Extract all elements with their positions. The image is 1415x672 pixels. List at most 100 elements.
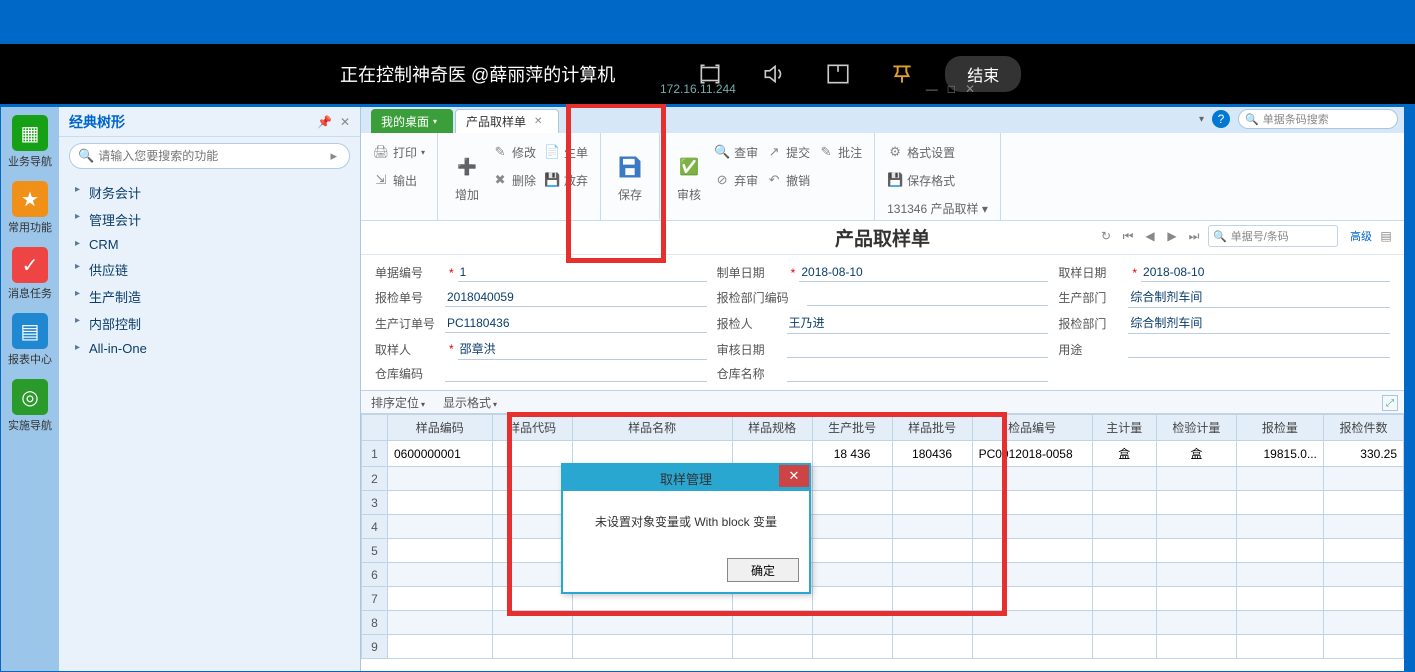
table-row[interactable]: 1 0600000001 18 436 180436 PC0012018-005… [362, 441, 1404, 467]
help-icon[interactable]: ? [1212, 110, 1230, 128]
review-button[interactable]: 🔍查审 [714, 143, 758, 161]
wh-code-field[interactable] [445, 364, 707, 382]
remote-close-icon[interactable]: ✕ [965, 82, 975, 96]
dialog-ok-button[interactable]: 确定 [727, 558, 799, 582]
pin-tree-icon[interactable]: 📌 [317, 115, 332, 129]
nav-prev-icon[interactable]: ◀ [1142, 228, 1158, 244]
report-no-field[interactable]: 2018040059 [445, 288, 707, 307]
tree-item-supply[interactable]: ▸供应链 [69, 256, 350, 283]
pin-icon[interactable] [887, 59, 917, 89]
cell-uom1[interactable]: 盒 [1092, 441, 1156, 467]
col-sample-id[interactable]: 样品代码 [492, 415, 572, 441]
submit-button[interactable]: ↗提交 [766, 143, 810, 161]
report-dept-field[interactable]: 综合制剂车间 [1128, 312, 1390, 334]
col-uom1[interactable]: 主计量 [1092, 415, 1156, 441]
table-row[interactable]: 2 [362, 467, 1404, 491]
table-row[interactable]: 5 [362, 539, 1404, 563]
nav-next-icon[interactable]: ▶ [1164, 228, 1180, 244]
tree-search[interactable]: 🔍 ▸ [69, 143, 350, 169]
draft-button[interactable]: 📄生单 [544, 143, 588, 161]
nav-last-icon[interactable]: ⏭ [1186, 228, 1202, 244]
note-button[interactable]: ✎批注 [818, 143, 862, 161]
tree-search-input[interactable] [98, 149, 330, 163]
tree-item-prod[interactable]: ▸生产制造 [69, 283, 350, 310]
save-format-button[interactable]: 💾保存格式 [887, 171, 988, 189]
doc-search[interactable]: 🔍 单据号/条码 [1208, 225, 1338, 247]
output-button[interactable]: ⇲输出 [373, 171, 425, 189]
tab-dropdown-icon[interactable]: ▾ [1199, 114, 1204, 125]
sampler-field[interactable]: 邵章洪 [458, 338, 707, 360]
tree-item-mgmt[interactable]: ▸管理会计 [69, 206, 350, 233]
add-button[interactable]: ➕增加 [446, 139, 488, 215]
col-sample-spec[interactable]: 样品规格 [732, 415, 812, 441]
col-sample-batch[interactable]: 样品批号 [892, 415, 972, 441]
prod-dept-field[interactable]: 综合制剂车间 [1128, 286, 1390, 308]
make-date-field[interactable]: 2018-08-10 [799, 263, 1048, 282]
table-row[interactable]: 4 [362, 515, 1404, 539]
col-qty1[interactable]: 报检量 [1236, 415, 1323, 441]
cell-code[interactable]: 0600000001 [388, 441, 493, 467]
print-button[interactable]: 🖨打印 ▾ [373, 143, 425, 161]
display-format-button[interactable]: 显示格式▾ [443, 394, 497, 411]
advanced-link[interactable]: 高级 [1350, 228, 1372, 244]
cell-qty1[interactable]: 19815.0... [1236, 441, 1323, 467]
search-go-icon[interactable]: ▸ [330, 148, 337, 164]
sample-date-field[interactable]: 2018-08-10 [1141, 263, 1390, 282]
nav-messages[interactable]: ✓消息任务 [1, 239, 59, 305]
col-prod-batch[interactable]: 生产批号 [812, 415, 892, 441]
table-row[interactable]: 8 [362, 611, 1404, 635]
template-picker[interactable]: 131346 产品取样 ▾ [887, 199, 988, 217]
wh-name-field[interactable] [787, 364, 1049, 382]
discard-button[interactable]: 💾放弃 [544, 171, 588, 189]
table-row[interactable]: 7 [362, 587, 1404, 611]
save-button[interactable]: 保存 [609, 139, 651, 215]
tab-close-icon[interactable]: ✕ [534, 116, 542, 127]
col-sample-code[interactable]: 样品编码 [388, 415, 493, 441]
cell-uom2[interactable]: 盒 [1156, 441, 1236, 467]
report-dept-no-field[interactable] [807, 288, 1049, 306]
cell-insp-no[interactable]: PC0012018-0058 [972, 441, 1092, 467]
sort-button[interactable]: 排序定位▾ [371, 394, 425, 411]
table-row[interactable]: 3 [362, 491, 1404, 515]
table-row[interactable]: 6 [362, 563, 1404, 587]
data-grid[interactable]: 样品编码 样品代码 样品名称 样品规格 生产批号 样品批号 检品编号 主计量 检… [361, 414, 1404, 659]
audit-date-field[interactable] [787, 340, 1049, 358]
volume-icon[interactable] [759, 59, 789, 89]
cell-sample-batch[interactable]: 180436 [892, 441, 972, 467]
table-row[interactable]: 9 [362, 635, 1404, 659]
display-icon[interactable] [823, 59, 853, 89]
col-uom2[interactable]: 检验计量 [1156, 415, 1236, 441]
abandon-button[interactable]: ⊘弃审 [714, 171, 758, 189]
nav-impl[interactable]: ◎实施导航 [1, 371, 59, 437]
format-settings-button[interactable]: ⚙格式设置 [887, 143, 988, 161]
tab-sampling[interactable]: 产品取样单✕ [455, 109, 559, 133]
col-qty2[interactable]: 报检件数 [1323, 415, 1403, 441]
barcode-search[interactable]: 🔍 单据条码搜索 [1238, 109, 1398, 129]
nav-reports[interactable]: ▤报表中心 [1, 305, 59, 371]
tab-desktop[interactable]: 我的桌面▾ [371, 109, 453, 133]
col-sample-name[interactable]: 样品名称 [572, 415, 732, 441]
tree-item-finance[interactable]: ▸财务会计 [69, 179, 350, 206]
close-tree-icon[interactable]: ✕ [340, 115, 350, 129]
cell-qty2[interactable]: 330.25 [1323, 441, 1403, 467]
nav-refresh-icon[interactable]: ↻ [1098, 228, 1114, 244]
expand-grid-icon[interactable]: ⤢ [1382, 395, 1398, 411]
purpose-field[interactable] [1128, 340, 1390, 358]
tree-item-crm[interactable]: ▸CRM [69, 233, 350, 256]
layout-icon[interactable]: ▤ [1378, 228, 1394, 244]
nav-first-icon[interactable]: ⏮ [1120, 228, 1136, 244]
inspector-field[interactable]: 王乃进 [787, 312, 1049, 334]
modify-button[interactable]: ✎修改 [492, 143, 536, 161]
audit-button[interactable]: ✅审核 [668, 139, 710, 215]
remote-max-icon[interactable]: □ [948, 82, 955, 96]
nav-favorites[interactable]: ★常用功能 [1, 173, 59, 239]
bill-no-field[interactable]: 1 [458, 263, 707, 282]
tree-item-internal[interactable]: ▸内部控制 [69, 310, 350, 337]
remote-min-icon[interactable]: — [926, 82, 938, 96]
nav-business[interactable]: ▦业务导航 [1, 107, 59, 173]
dialog-close-icon[interactable]: ✕ [779, 465, 809, 487]
revoke-button[interactable]: ↶撤销 [766, 171, 810, 189]
prod-order-field[interactable]: PC1180436 [445, 314, 707, 333]
tree-item-allinone[interactable]: ▸All-in-One [69, 337, 350, 360]
cell-prod-batch[interactable]: 18 436 [812, 441, 892, 467]
